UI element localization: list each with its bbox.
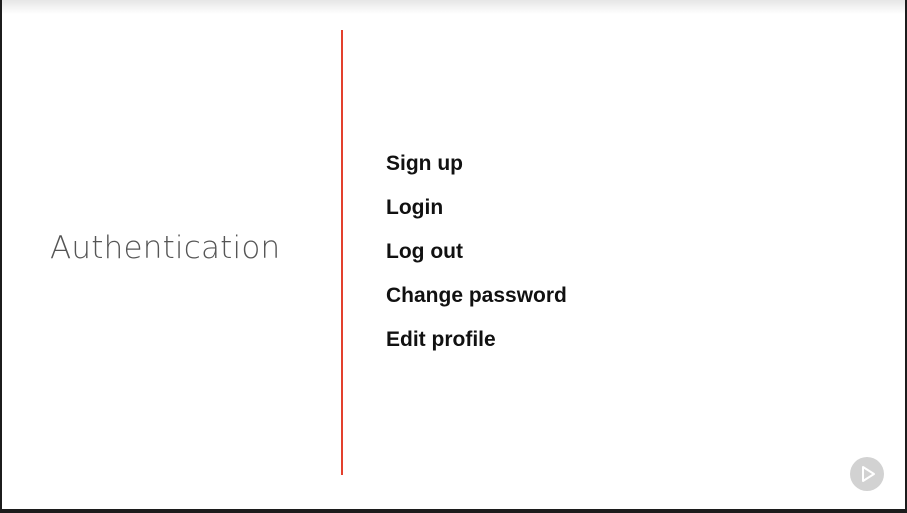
top-shade <box>2 0 905 14</box>
topic-item-login: Login <box>386 196 444 219</box>
vertical-divider <box>341 30 343 475</box>
section-title: Authentication <box>50 230 281 266</box>
play-button[interactable] <box>850 457 884 491</box>
topic-item-edit-profile: Edit profile <box>386 328 496 351</box>
play-icon <box>862 466 875 482</box>
slide: Authentication Sign up Login Log out Cha… <box>2 0 905 509</box>
topic-item-sign-up: Sign up <box>386 152 463 175</box>
topic-list: Sign up Login Log out Change password Ed… <box>386 150 567 370</box>
topic-item-log-out: Log out <box>386 240 463 263</box>
topic-item-change-password: Change password <box>386 284 567 307</box>
